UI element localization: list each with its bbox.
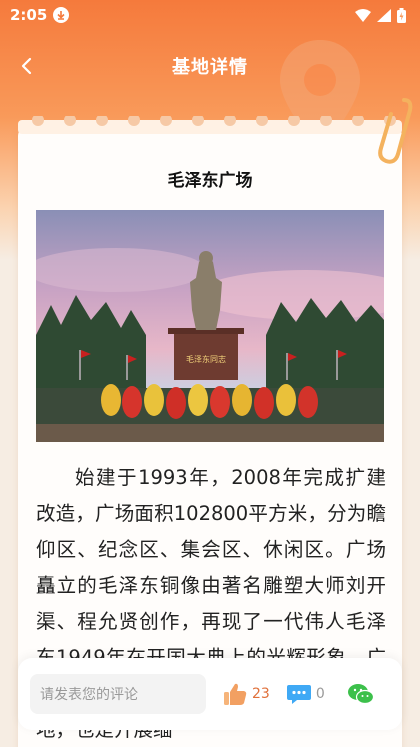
signal-icon <box>377 8 391 22</box>
place-title: 毛泽东广场 <box>167 171 253 191</box>
thumbs-up-icon <box>224 683 247 705</box>
comment-bubble-icon <box>286 685 311 704</box>
download-notification-icon <box>53 7 70 23</box>
like-button[interactable]: 23 <box>222 681 270 707</box>
comment-button[interactable]: 0 <box>286 682 325 706</box>
back-button[interactable] <box>12 52 40 80</box>
paperclip-decoration-icon <box>378 98 413 164</box>
comment-input[interactable]: 请发表您的评论 <box>30 674 206 714</box>
comment-count: 0 <box>315 686 325 702</box>
place-photo: 毛泽东同志 <box>36 210 384 442</box>
chevron-left-icon <box>21 57 32 75</box>
battery-icon <box>397 7 406 23</box>
wechat-icon <box>347 684 374 705</box>
comment-bar: 请发表您的评论 23 0 <box>18 658 402 730</box>
status-time: 2:05 <box>10 6 48 24</box>
pedestal-inscription: 毛泽东同志 <box>186 354 226 364</box>
wifi-icon <box>355 8 371 22</box>
page-title: 基地详情 <box>172 57 248 78</box>
navigation-bar: 基地详情 <box>0 44 420 88</box>
card-ticket-edge <box>18 116 402 134</box>
wechat-share-button[interactable] <box>347 682 375 706</box>
like-count: 23 <box>252 686 270 702</box>
status-bar: 2:05 <box>0 0 420 30</box>
